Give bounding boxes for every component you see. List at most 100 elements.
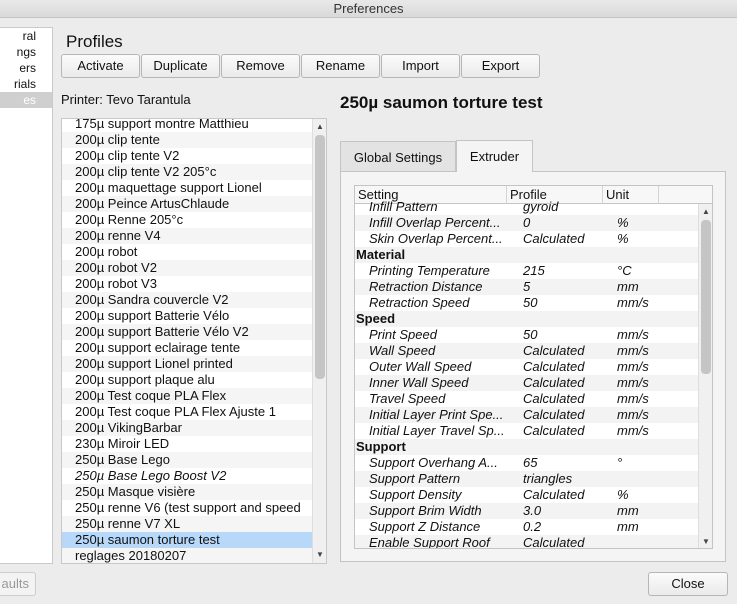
- unit-value: mm: [617, 519, 639, 534]
- profile-list-item[interactable]: 200µ clip tente V2 205°c: [62, 164, 313, 180]
- table-row[interactable]: Infill Overlap Percent... 0%: [355, 215, 699, 231]
- profile-value: Calculated: [523, 359, 585, 374]
- profile-list-item[interactable]: 230µ Miroir LED: [62, 436, 313, 452]
- rename-button[interactable]: Rename: [301, 54, 380, 78]
- scroll-up-icon[interactable]: ▲: [313, 120, 326, 134]
- table-row[interactable]: Wall Speed Calculated mm/s: [355, 343, 699, 359]
- table-row[interactable]: Inner Wall Speed Calculated mm/s: [355, 375, 699, 391]
- tab-extruder[interactable]: Extruder: [456, 140, 533, 172]
- table-row[interactable]: Initial Layer Print Spe... Calculated mm/s: [355, 407, 699, 423]
- table-row[interactable]: Enable Support Roof Calculated: [355, 535, 699, 549]
- category-row[interactable]: Support: [355, 439, 699, 455]
- close-button[interactable]: Close: [648, 572, 728, 596]
- table-row[interactable]: Outer Wall Speed Calculated mm/s: [355, 359, 699, 375]
- unit-value: [617, 471, 697, 487]
- profile-list-item[interactable]: 250µ renne V7 XL: [62, 516, 313, 532]
- profile-list-item[interactable]: 200µ Sandra couvercle V2: [62, 292, 313, 308]
- table-row[interactable]: Retraction Distance 5 mm: [355, 279, 699, 295]
- profile-list-item[interactable]: 200µ support Batterie Vélo: [62, 308, 313, 324]
- table-row[interactable]: Support Brim Width 3.0 mm: [355, 503, 699, 519]
- table-row[interactable]: Infill Pattern gyroid: [355, 199, 699, 215]
- table-row[interactable]: Support Density Calculated%: [355, 487, 699, 503]
- profile-list-item[interactable]: 200µ renne V4: [62, 228, 313, 244]
- profile-list-item[interactable]: 200µ robot V3: [62, 276, 313, 292]
- profile-list-item[interactable]: 200µ Renne 205°c: [62, 212, 313, 228]
- setting-name: Wall Speed: [369, 343, 436, 358]
- table-row[interactable]: Print Speed 50 mm/s: [355, 327, 699, 343]
- category-row[interactable]: Speed: [355, 311, 699, 327]
- profile-list[interactable]: 175µ support montre Matthieu 200µ clip te…: [61, 118, 327, 564]
- profile-list-item[interactable]: 200µ maquettage support Lionel: [62, 180, 313, 196]
- sidebar-item-general[interactable]: ral: [0, 28, 52, 44]
- profile-list-item[interactable]: 250µ saumon torture test: [62, 532, 313, 548]
- sidebar-item-settings[interactable]: ngs: [0, 44, 52, 60]
- table-row[interactable]: Support Pattern triangles: [355, 471, 699, 487]
- setting-name: Support Brim Width: [369, 503, 482, 518]
- unit-value: %: [617, 215, 629, 230]
- profile-list-item[interactable]: 250µ renne V6 (test support and speed: [62, 500, 313, 516]
- settings-table[interactable]: Setting Profile Unit Infill Pattern gyroi…: [354, 185, 713, 549]
- setting-name: Support Density: [369, 487, 462, 502]
- unit-value: [617, 199, 697, 215]
- table-row[interactable]: Printing Temperature 215 °C: [355, 263, 699, 279]
- profile-list-item[interactable]: 200µ robot V2: [62, 260, 313, 276]
- table-row[interactable]: Travel Speed Calculated mm/s: [355, 391, 699, 407]
- profile-list-item[interactable]: 200µ Peince ArtusChlaude: [62, 196, 313, 212]
- profile-list-item[interactable]: 250µ Base Lego Boost V2: [62, 468, 313, 484]
- unit-value: mm/s: [617, 295, 649, 310]
- scroll-up-icon[interactable]: ▲: [699, 205, 712, 219]
- remove-button[interactable]: Remove: [221, 54, 300, 78]
- setting-name: Infill Pattern: [369, 199, 438, 214]
- settings-scrollbar[interactable]: ▲ ▼: [698, 204, 712, 548]
- table-row[interactable]: Skin Overlap Percent... Calculated%: [355, 231, 699, 247]
- unit-value: mm/s: [617, 391, 649, 406]
- printer-label: Printer: Tevo Tarantula: [61, 92, 191, 107]
- profile-value: Calculated: [523, 423, 585, 438]
- sidebar-item-printers[interactable]: ers: [0, 60, 52, 76]
- sidebar-item-materials[interactable]: rials: [0, 76, 52, 92]
- profile-list-item[interactable]: 250µ Base Lego: [62, 452, 313, 468]
- profile-value: Calculated: [523, 535, 585, 549]
- unit-value: mm/s: [617, 375, 649, 390]
- tab-global-settings[interactable]: Global Settings: [340, 141, 456, 171]
- table-row[interactable]: Support Overhang A... 65 °: [355, 455, 699, 471]
- scrollbar-thumb[interactable]: [701, 220, 711, 374]
- profile-list-scrollbar[interactable]: ▲ ▼: [312, 119, 326, 563]
- scroll-down-icon[interactable]: ▼: [699, 535, 712, 548]
- setting-name: Initial Layer Travel Sp...: [369, 423, 505, 438]
- duplicate-button[interactable]: Duplicate: [141, 54, 220, 78]
- profile-list-item[interactable]: 200µ clip tente V2: [62, 148, 313, 164]
- profile-list-item[interactable]: 200µ support eclairage tente: [62, 340, 313, 356]
- scrollbar-thumb[interactable]: [315, 135, 325, 379]
- profile-list-item[interactable]: 250µ Masque visière: [62, 484, 313, 500]
- sidebar-item-profiles[interactable]: es: [0, 92, 52, 108]
- profile-list-item[interactable]: 175µ support montre Matthieu: [62, 119, 313, 132]
- profile-list-item[interactable]: reglages 20180207: [62, 548, 313, 563]
- profile-list-item[interactable]: 200µ robot: [62, 244, 313, 260]
- unit-value: [617, 535, 697, 548]
- setting-name: Outer Wall Speed: [369, 359, 472, 374]
- export-button[interactable]: Export: [461, 54, 540, 78]
- unit-value: mm/s: [617, 343, 649, 358]
- table-row[interactable]: Support Z Distance 0.2 mm: [355, 519, 699, 535]
- profile-list-item[interactable]: 200µ support Lionel printed: [62, 356, 313, 372]
- table-row[interactable]: Initial Layer Travel Sp... Calculated mm/s: [355, 423, 699, 439]
- profile-list-item[interactable]: 200µ VikingBarbar: [62, 420, 313, 436]
- profile-list-item[interactable]: 200µ Test coque PLA Flex Ajuste 1: [62, 404, 313, 420]
- profile-list-item[interactable]: 200µ clip tente: [62, 132, 313, 148]
- table-row[interactable]: Retraction Speed 50 mm/s: [355, 295, 699, 311]
- window-title-bar: Preferences: [0, 0, 737, 18]
- import-button[interactable]: Import: [381, 54, 460, 78]
- setting-name: Support Pattern: [369, 471, 461, 486]
- defaults-button[interactable]: aults: [0, 572, 36, 596]
- activate-button[interactable]: Activate: [61, 54, 140, 78]
- profile-value: gyroid: [523, 199, 559, 214]
- setting-name: Enable Support Roof: [369, 535, 490, 549]
- category-row[interactable]: Material: [355, 247, 699, 263]
- profile-list-item[interactable]: 200µ Test coque PLA Flex: [62, 388, 313, 404]
- profile-list-item[interactable]: 200µ support plaque alu: [62, 372, 313, 388]
- profile-list-item[interactable]: 200µ support Batterie Vélo V2: [62, 324, 313, 340]
- scroll-down-icon[interactable]: ▼: [313, 548, 326, 562]
- setting-name: Print Speed: [369, 327, 437, 342]
- profile-value: Calculated: [523, 391, 585, 406]
